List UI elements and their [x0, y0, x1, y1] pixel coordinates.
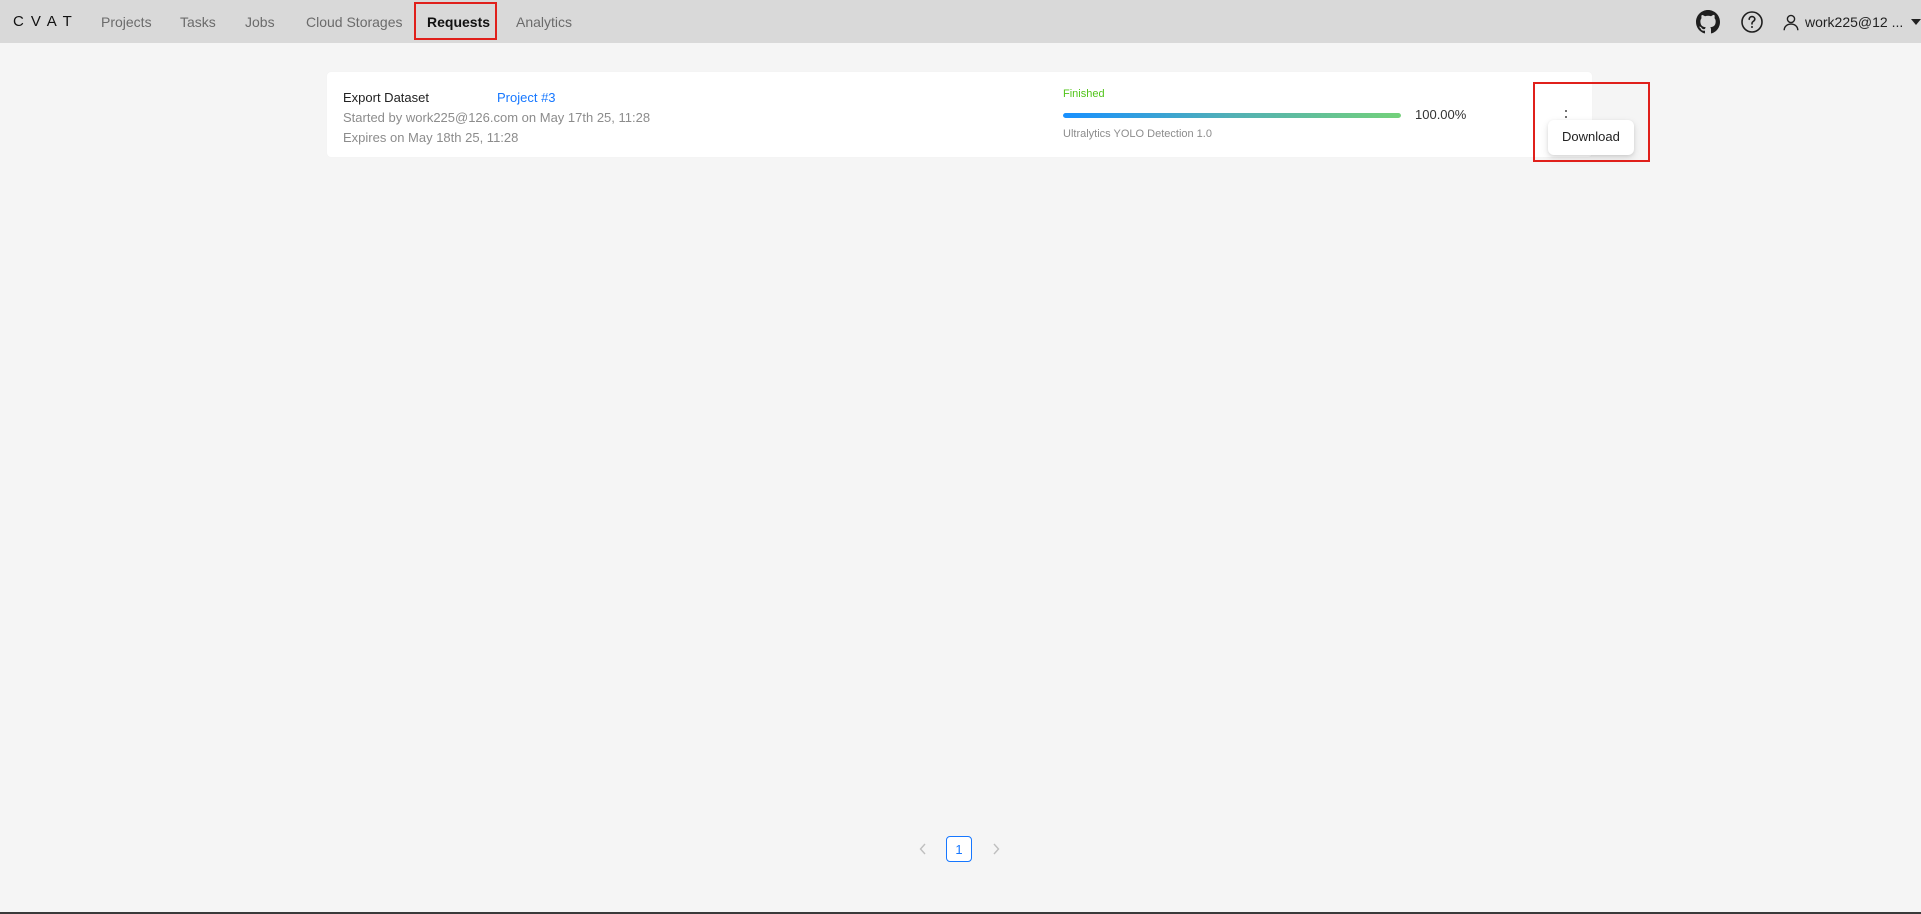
pagination: 1 [0, 836, 1921, 864]
user-icon [1783, 14, 1799, 30]
actions-highlight-box [1533, 82, 1650, 162]
nav-analytics[interactable]: Analytics [516, 14, 572, 30]
project-link[interactable]: Project #3 [497, 90, 556, 105]
nav-jobs[interactable]: Jobs [245, 14, 275, 30]
progress-percent: 100.00% [1415, 107, 1467, 122]
progress-bar [1063, 113, 1401, 118]
requests-highlight-box [414, 2, 497, 40]
top-navigation-bar: CVAT Projects Tasks Jobs Cloud Storages … [0, 0, 1921, 43]
help-icon[interactable] [1740, 10, 1764, 34]
page-1-button[interactable]: 1 [946, 836, 972, 862]
nav-cloud-storages[interactable]: Cloud Storages [306, 14, 403, 30]
nav-tasks[interactable]: Tasks [180, 14, 216, 30]
request-title: Export Dataset [343, 90, 429, 105]
cvat-logo[interactable]: CVAT [13, 13, 79, 30]
github-icon[interactable] [1696, 10, 1720, 34]
chevron-left-icon[interactable] [919, 842, 927, 858]
request-card: Export Dataset Project #3 Started by wor… [327, 72, 1592, 157]
chevron-right-icon[interactable] [992, 842, 1000, 858]
user-name: work225@12 ... [1805, 14, 1904, 30]
progress-bar-fill [1063, 113, 1401, 118]
caret-down-icon [1911, 19, 1921, 25]
nav-projects[interactable]: Projects [101, 14, 152, 30]
user-menu[interactable]: work225@12 ... [1783, 13, 1921, 31]
expires-info: Expires on May 18th 25, 11:28 [343, 130, 519, 145]
started-info: Started by work225@126.com on May 17th 2… [343, 110, 651, 125]
export-format: Ultralytics YOLO Detection 1.0 [1063, 128, 1212, 140]
status-label: Finished [1063, 88, 1105, 100]
